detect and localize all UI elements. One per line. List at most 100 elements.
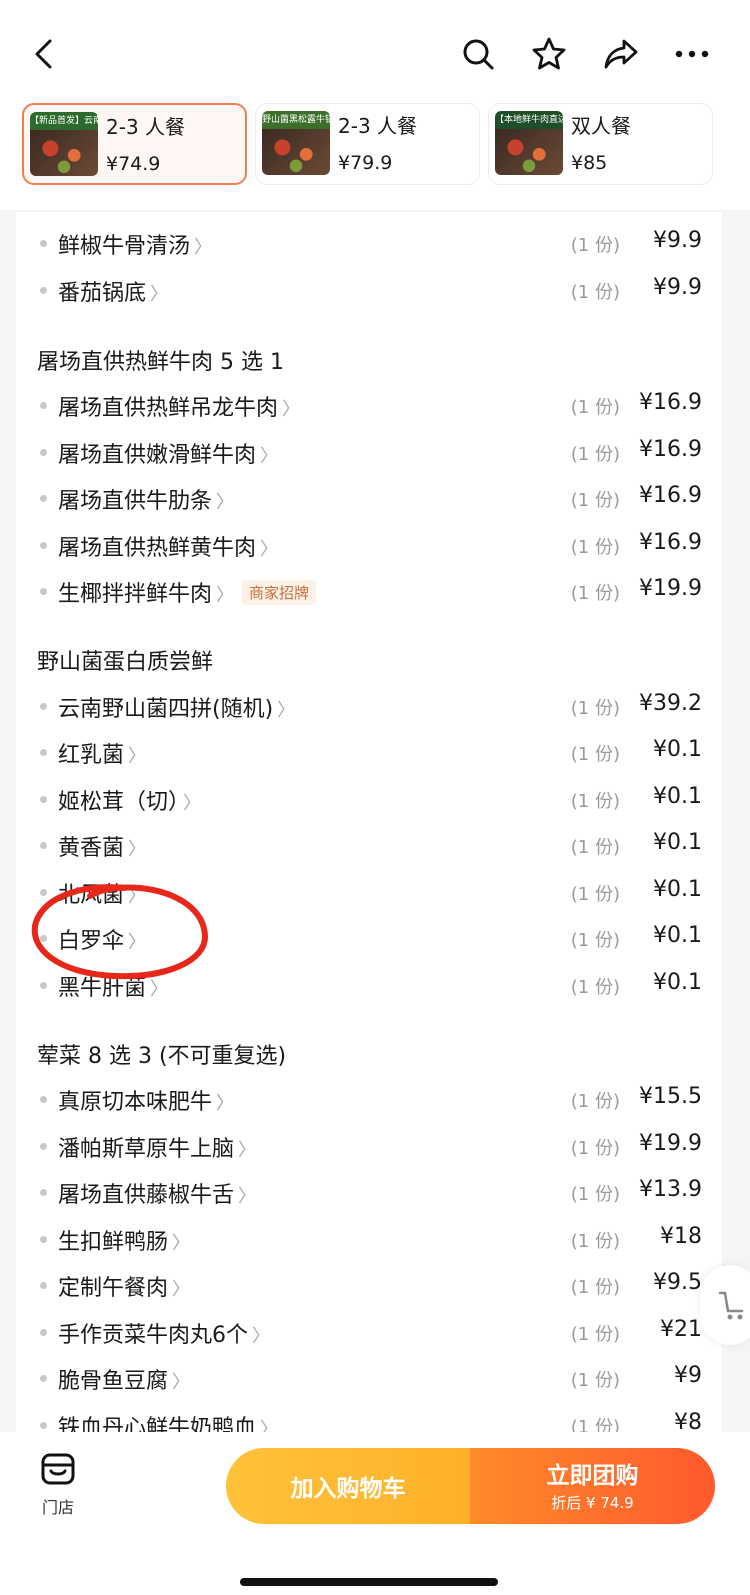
list-item[interactable]: 铁血丹心鲜牛奶鸭血〉 (1 份) ¥8 <box>16 1402 722 1432</box>
dish-quantity: (1 份) <box>570 1370 620 1391</box>
bullet-dot <box>40 1282 47 1289</box>
package-contents-list: 鲜椒牛骨清汤〉 (1 份) ¥9.9 番茄锅底〉 (1 份) ¥9.9 屠场直供… <box>16 212 722 1432</box>
dish-name: 屠场直供热鲜黄牛肉 <box>58 536 257 561</box>
store-button[interactable]: 门店 <box>36 1452 80 1518</box>
dish-price: ¥19.9 <box>639 1131 702 1156</box>
dish-price: ¥0.1 <box>653 784 702 809</box>
bullet-dot <box>40 842 47 849</box>
dish-price: ¥0.1 <box>653 923 702 948</box>
list-item[interactable]: 潘帕斯草原牛上脑〉 (1 份) ¥19.9 <box>16 1123 722 1169</box>
dish-quantity: (1 份) <box>570 583 620 604</box>
list-item[interactable]: 黄香菌〉 (1 份) ¥0.1 <box>16 822 722 868</box>
list-item[interactable]: 屠场直供嫩滑鲜牛肉〉 (1 份) ¥16.9 <box>16 429 722 475</box>
dish-name: 鲜椒牛骨清汤 <box>58 234 191 259</box>
dish-price: ¥0.1 <box>653 877 702 902</box>
dish-price: ¥39.2 <box>639 691 702 716</box>
chevron-right-icon: 〉 <box>172 1372 191 1393</box>
bottom-action-bar: 门店 加入购物车 立即团购 折后 ¥ 74.9 <box>0 1432 750 1595</box>
dish-name: 屠场直供热鲜吊龙牛肉 <box>58 396 279 421</box>
section-title: 荤菜 8 选 3 (不可重复选) <box>37 1044 287 1069</box>
chevron-right-icon: 〉 <box>216 1093 235 1114</box>
share-icon[interactable] <box>597 30 645 78</box>
package-price: ¥85 <box>571 152 608 174</box>
chevron-right-icon: 〉 <box>260 1419 279 1432</box>
list-item[interactable]: 真原切本味肥牛〉 (1 份) ¥15.5 <box>16 1076 722 1122</box>
chevron-right-icon: 〉 <box>260 446 279 467</box>
list-item[interactable]: 生扣鲜鸭肠〉 (1 份) ¥18 <box>16 1216 722 1262</box>
bullet-dot <box>40 889 47 896</box>
floating-cart-widget[interactable] <box>700 1265 750 1345</box>
package-price: ¥79.9 <box>338 152 393 174</box>
bullet-dot <box>40 703 47 710</box>
chevron-right-icon: 〉 <box>238 1140 257 1161</box>
back-icon[interactable] <box>20 30 68 78</box>
dish-quantity: (1 份) <box>570 1091 620 1112</box>
dish-quantity: (1 份) <box>570 930 620 951</box>
list-item[interactable]: 手作贡菜牛肉丸6个〉 (1 份) ¥21 <box>16 1309 722 1355</box>
search-icon[interactable] <box>454 30 502 78</box>
dish-name: 生椰拌拌鲜牛肉 <box>58 582 213 607</box>
dish-quantity: (1 份) <box>570 1324 620 1345</box>
add-to-cart-button[interactable]: 加入购物车 <box>226 1448 470 1524</box>
dish-name: 生扣鲜鸭肠 <box>58 1230 169 1255</box>
list-item[interactable]: 屠场直供牛肋条〉 (1 份) ¥16.9 <box>16 475 722 521</box>
dish-quantity: (1 份) <box>570 490 620 511</box>
bullet-dot <box>40 1422 47 1429</box>
chevron-right-icon: 〉 <box>150 979 169 1000</box>
list-item[interactable]: 屠场直供热鲜吊龙牛肉〉 (1 份) ¥16.9 <box>16 382 722 428</box>
more-icon[interactable] <box>668 30 716 78</box>
bullet-dot <box>40 1329 47 1336</box>
bullet-dot <box>40 287 47 294</box>
list-item[interactable]: 红乳菌〉 (1 份) ¥0.1 <box>16 729 722 775</box>
package-option-1[interactable]: 【新品首发】云南山野寻鲜 2-3 人餐 ¥74.9 <box>22 103 247 185</box>
chevron-right-icon: 〉 <box>150 284 169 305</box>
dish-price: ¥16.9 <box>639 390 702 415</box>
list-item-highlighted[interactable]: 白罗伞〉 (1 份) ¥0.1 <box>16 915 722 961</box>
dish-name: 屠场直供藤椒牛舌 <box>58 1183 235 1208</box>
bullet-dot <box>40 1375 47 1382</box>
dish-name: 红乳菌 <box>58 743 125 768</box>
bullet-dot <box>40 542 47 549</box>
dish-name: 黑牛肝菌 <box>58 976 147 1001</box>
list-item[interactable]: 屠场直供热鲜黄牛肉〉 (1 份) ¥16.9 <box>16 522 722 568</box>
dish-price: ¥8 <box>674 1410 702 1432</box>
dish-name: 姬松茸（切） <box>58 790 180 815</box>
star-icon[interactable] <box>525 30 573 78</box>
buy-now-label: 立即团购 <box>546 1463 639 1489</box>
signature-badge: 商家招牌 <box>242 580 317 605</box>
list-item[interactable]: 鲜椒牛骨清汤〉 (1 份) ¥9.9 <box>16 220 722 266</box>
package-option-2[interactable]: 野山菌黑松露牛锅 2-3 人餐 ¥79.9 <box>255 103 480 185</box>
dish-price: ¥18 <box>660 1224 702 1249</box>
section-title: 屠场直供热鲜牛肉 5 选 1 <box>37 350 284 375</box>
bullet-dot <box>40 796 47 803</box>
list-item[interactable]: 脆骨鱼豆腐〉 (1 份) ¥9 <box>16 1355 722 1401</box>
list-item[interactable]: 姬松茸（切）〉 (1 份) ¥0.1 <box>16 776 722 822</box>
list-item[interactable]: 云南野山菌四拼(随机) 〉 (1 份) ¥39.2 <box>16 683 722 729</box>
top-bar: 【新品首发】云南山野寻鲜 2-3 人餐 ¥74.9 野山菌黑松露牛锅 2-3 人… <box>0 0 750 210</box>
list-item[interactable]: 生椰拌拌鲜牛肉〉商家招牌 (1 份) ¥19.9 <box>16 568 722 614</box>
dish-price: ¥21 <box>660 1317 702 1342</box>
list-item[interactable]: 北风菌〉 (1 份) ¥0.1 <box>16 869 722 915</box>
dish-price: ¥13.9 <box>639 1177 702 1202</box>
package-thumbnail: 【本地鲜牛肉直达】 <box>495 111 563 175</box>
dish-name: 真原切本味肥牛 <box>58 1090 213 1115</box>
home-indicator[interactable] <box>240 1578 498 1586</box>
dish-quantity: (1 份) <box>570 698 620 719</box>
list-item[interactable]: 黑牛肝菌〉 (1 份) ¥0.1 <box>16 962 722 1008</box>
bullet-dot <box>40 935 47 942</box>
dish-price: ¥19.9 <box>639 576 702 601</box>
list-item[interactable]: 定制午餐肉〉 (1 份) ¥9.5 <box>16 1262 722 1308</box>
list-item[interactable]: 番茄锅底〉 (1 份) ¥9.9 <box>16 267 722 313</box>
chevron-right-icon: 〉 <box>128 746 147 767</box>
dish-name: 白罗伞 <box>58 929 125 954</box>
chevron-right-icon: 〉 <box>194 237 213 258</box>
buy-now-button[interactable]: 立即团购 折后 ¥ 74.9 <box>470 1448 715 1524</box>
bullet-dot <box>40 402 47 409</box>
package-option-3[interactable]: 【本地鲜牛肉直达】 双人餐 ¥85 <box>488 103 713 185</box>
list-item[interactable]: 屠场直供藤椒牛舌〉 (1 份) ¥13.9 <box>16 1169 722 1215</box>
dish-quantity: (1 份) <box>570 744 620 765</box>
dish-price: ¥16.9 <box>639 483 702 508</box>
chevron-right-icon: 〉 <box>172 1233 191 1254</box>
dish-price: ¥0.1 <box>653 970 702 995</box>
dish-quantity: (1 份) <box>570 235 620 256</box>
